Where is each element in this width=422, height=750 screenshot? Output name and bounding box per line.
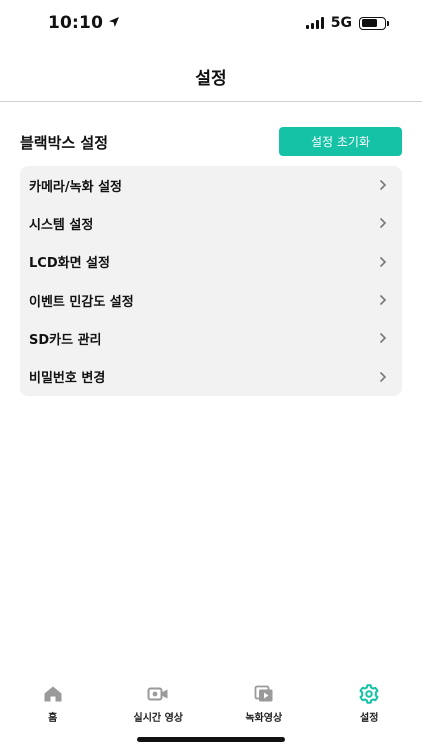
menu-item-event-sensitivity[interactable]: 이벤트 민감도 설정 (20, 281, 402, 319)
battery-icon (359, 16, 389, 30)
section-title: 블랙박스 설정 (20, 134, 109, 152)
chevron-right-icon (376, 178, 390, 192)
menu-item-label: 비밀번호 변경 (29, 371, 106, 387)
menu-item-label: SD카드 관리 (29, 332, 102, 348)
home-icon (42, 683, 64, 705)
reset-settings-button[interactable]: 설정 초기화 (279, 127, 402, 156)
gear-icon (358, 683, 380, 705)
blackbox-settings-section-header: 블랙박스 설정 설정 초기화 (20, 127, 402, 157)
status-bar: 10:10 5G (0, 0, 422, 46)
menu-item-label: 이벤트 민감도 설정 (29, 294, 134, 310)
cellular-signal-icon (305, 17, 324, 29)
tab-settings[interactable]: 설정 (317, 683, 422, 731)
status-indicators: 5G (305, 15, 389, 31)
tab-live-video[interactable]: 실시간 영상 (106, 683, 212, 731)
chevron-right-icon (376, 293, 390, 307)
chevron-right-icon (376, 255, 390, 269)
chevron-right-icon (376, 216, 390, 230)
menu-item-label: 카메라/녹화 설정 (29, 179, 122, 195)
tab-label: 녹화영상 (245, 713, 283, 724)
recorded-video-icon (253, 683, 275, 705)
tab-label: 홈 (48, 713, 58, 724)
menu-item-password[interactable]: 비밀번호 변경 (20, 357, 402, 395)
menu-item-sd-card[interactable]: SD카드 관리 (20, 319, 402, 357)
menu-item-system[interactable]: 시스템 설정 (20, 204, 402, 242)
nav-header: 설정 (0, 46, 422, 102)
page-title: 설정 (195, 69, 227, 89)
status-time: 10:10 (48, 13, 104, 33)
menu-item-camera-recording[interactable]: 카메라/녹화 설정 (20, 166, 402, 204)
chevron-right-icon (376, 370, 390, 384)
network-type: 5G (330, 15, 352, 31)
chevron-right-icon (376, 331, 390, 345)
tab-home[interactable]: 홈 (0, 683, 106, 731)
location-arrow-icon (108, 13, 120, 33)
tab-label: 실시간 영상 (133, 713, 183, 724)
home-indicator (137, 737, 285, 742)
menu-item-lcd-screen[interactable]: LCD화면 설정 (20, 243, 402, 281)
tab-label: 설정 (360, 713, 379, 724)
menu-item-label: 시스템 설정 (29, 217, 94, 233)
bottom-tab-bar: 홈 실시간 영상 녹화영상 설정 (0, 683, 422, 731)
tab-recorded-video[interactable]: 녹화영상 (211, 683, 317, 731)
live-video-icon (147, 683, 169, 705)
menu-item-label: LCD화면 설정 (29, 256, 110, 272)
status-time-group: 10:10 (48, 13, 120, 33)
settings-menu-list: 카메라/녹화 설정 시스템 설정 LCD화면 설정 이벤트 민감도 설정 SD카… (20, 166, 402, 396)
